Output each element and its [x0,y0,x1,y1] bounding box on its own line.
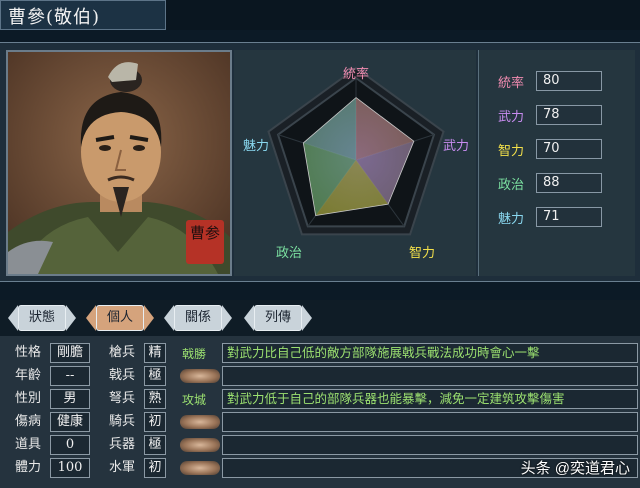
officer-name: 曹參(敬伯) [8,7,101,28]
personal-label-4: 道具 [14,437,41,452]
aptitude-value-4: 極 [144,435,166,455]
tab-2[interactable]: 關係 [174,305,222,331]
tab-1[interactable]: 個人 [96,305,144,331]
personal-label-1: 年齡 [14,368,41,383]
skill-description-3 [222,412,638,432]
personal-value-2: 男 [50,389,90,409]
top-strip [166,0,640,30]
skill-tag-0[interactable]: 戟勝 [182,345,206,362]
personal-label-3: 傷病 [14,414,41,429]
tab-0[interactable]: 狀態 [18,305,66,331]
stat-label-1: 武力 [498,110,525,125]
stat-value-2: 70 [536,139,602,159]
radar-label-tongshuai: 統率 [343,66,369,82]
stat-label-3: 政治 [498,178,525,193]
personal-label-0: 性格 [14,345,41,360]
aptitude-value-0: 精 [144,343,166,363]
skill-description-0: 對武力比自己低的敵方部隊施展戟兵戰法成功時會心一擊 [222,343,638,363]
ability-radar-panel: 統率武力智力 政治 魅力 [234,50,476,276]
aptitude-label-3: 騎兵 [108,414,135,429]
stat-value-1: 78 [536,105,602,125]
name-seal: 曹参 [186,220,224,264]
aptitude-value-3: 初 [144,412,166,432]
aptitude-value-5: 初 [144,458,166,478]
stat-label-2: 智力 [498,144,525,159]
stat-value-0: 80 [536,71,602,91]
radar-label-meili: 魅力 [243,139,269,154]
tab-arrow-left-2 [164,305,174,331]
personal-value-1: -- [50,366,90,386]
aptitude-label-1: 戟兵 [108,368,135,383]
skill-description-2: 對武力低于自己的部隊兵器也能暴擊，減免一定建筑攻擊傷害 [222,389,638,409]
aptitude-label-2: 弩兵 [108,391,135,406]
stat-label-0: 統率 [498,76,525,91]
aptitude-value-1: 極 [144,366,166,386]
personal-value-3: 健康 [50,412,90,432]
watermark: 头条 @奕道君心 [520,460,630,477]
radar-label-zhengzhi: 政治 [276,246,302,261]
tab-arrow-right-0 [66,305,76,331]
aptitude-value-2: 熟 [144,389,166,409]
radar-label-zhili: 智力 [409,246,435,261]
stat-value-3: 88 [536,173,602,193]
skill-description-1 [222,366,638,386]
aptitude-label-0: 槍兵 [108,345,135,360]
skill-slot-empty-icon [180,461,220,475]
skill-slot-empty-icon [180,369,220,383]
tab-arrow-right-1 [144,305,154,331]
stat-value-4: 71 [536,207,602,227]
radar-label-wuli: 武力 [443,139,469,154]
skill-slot-empty-icon [180,415,220,429]
officer-portrait: 曹参 [6,50,232,276]
personal-value-5: 100 [50,458,90,478]
personal-label-2: 性別 [14,391,41,406]
skill-slot-empty-icon [180,438,220,452]
personal-value-0: 剛膽 [50,343,90,363]
ability-radar-chart: 統率武力智力 政治 魅力 [243,66,469,261]
tab-3[interactable]: 列傳 [254,305,302,331]
tab-arrow-right-2 [222,305,232,331]
tab-arrow-right-3 [302,305,312,331]
stat-label-4: 魅力 [498,212,525,227]
tab-arrow-left-3 [244,305,254,331]
personal-label-5: 體力 [14,460,41,475]
personal-value-4: 0 [50,435,90,455]
tab-arrow-left-0 [8,305,18,331]
skill-tag-2[interactable]: 攻城 [182,391,206,408]
aptitude-label-4: 兵器 [108,437,135,452]
aptitude-label-5: 水軍 [108,460,135,475]
skill-description-4 [222,435,638,455]
tab-arrow-left-1 [86,305,96,331]
